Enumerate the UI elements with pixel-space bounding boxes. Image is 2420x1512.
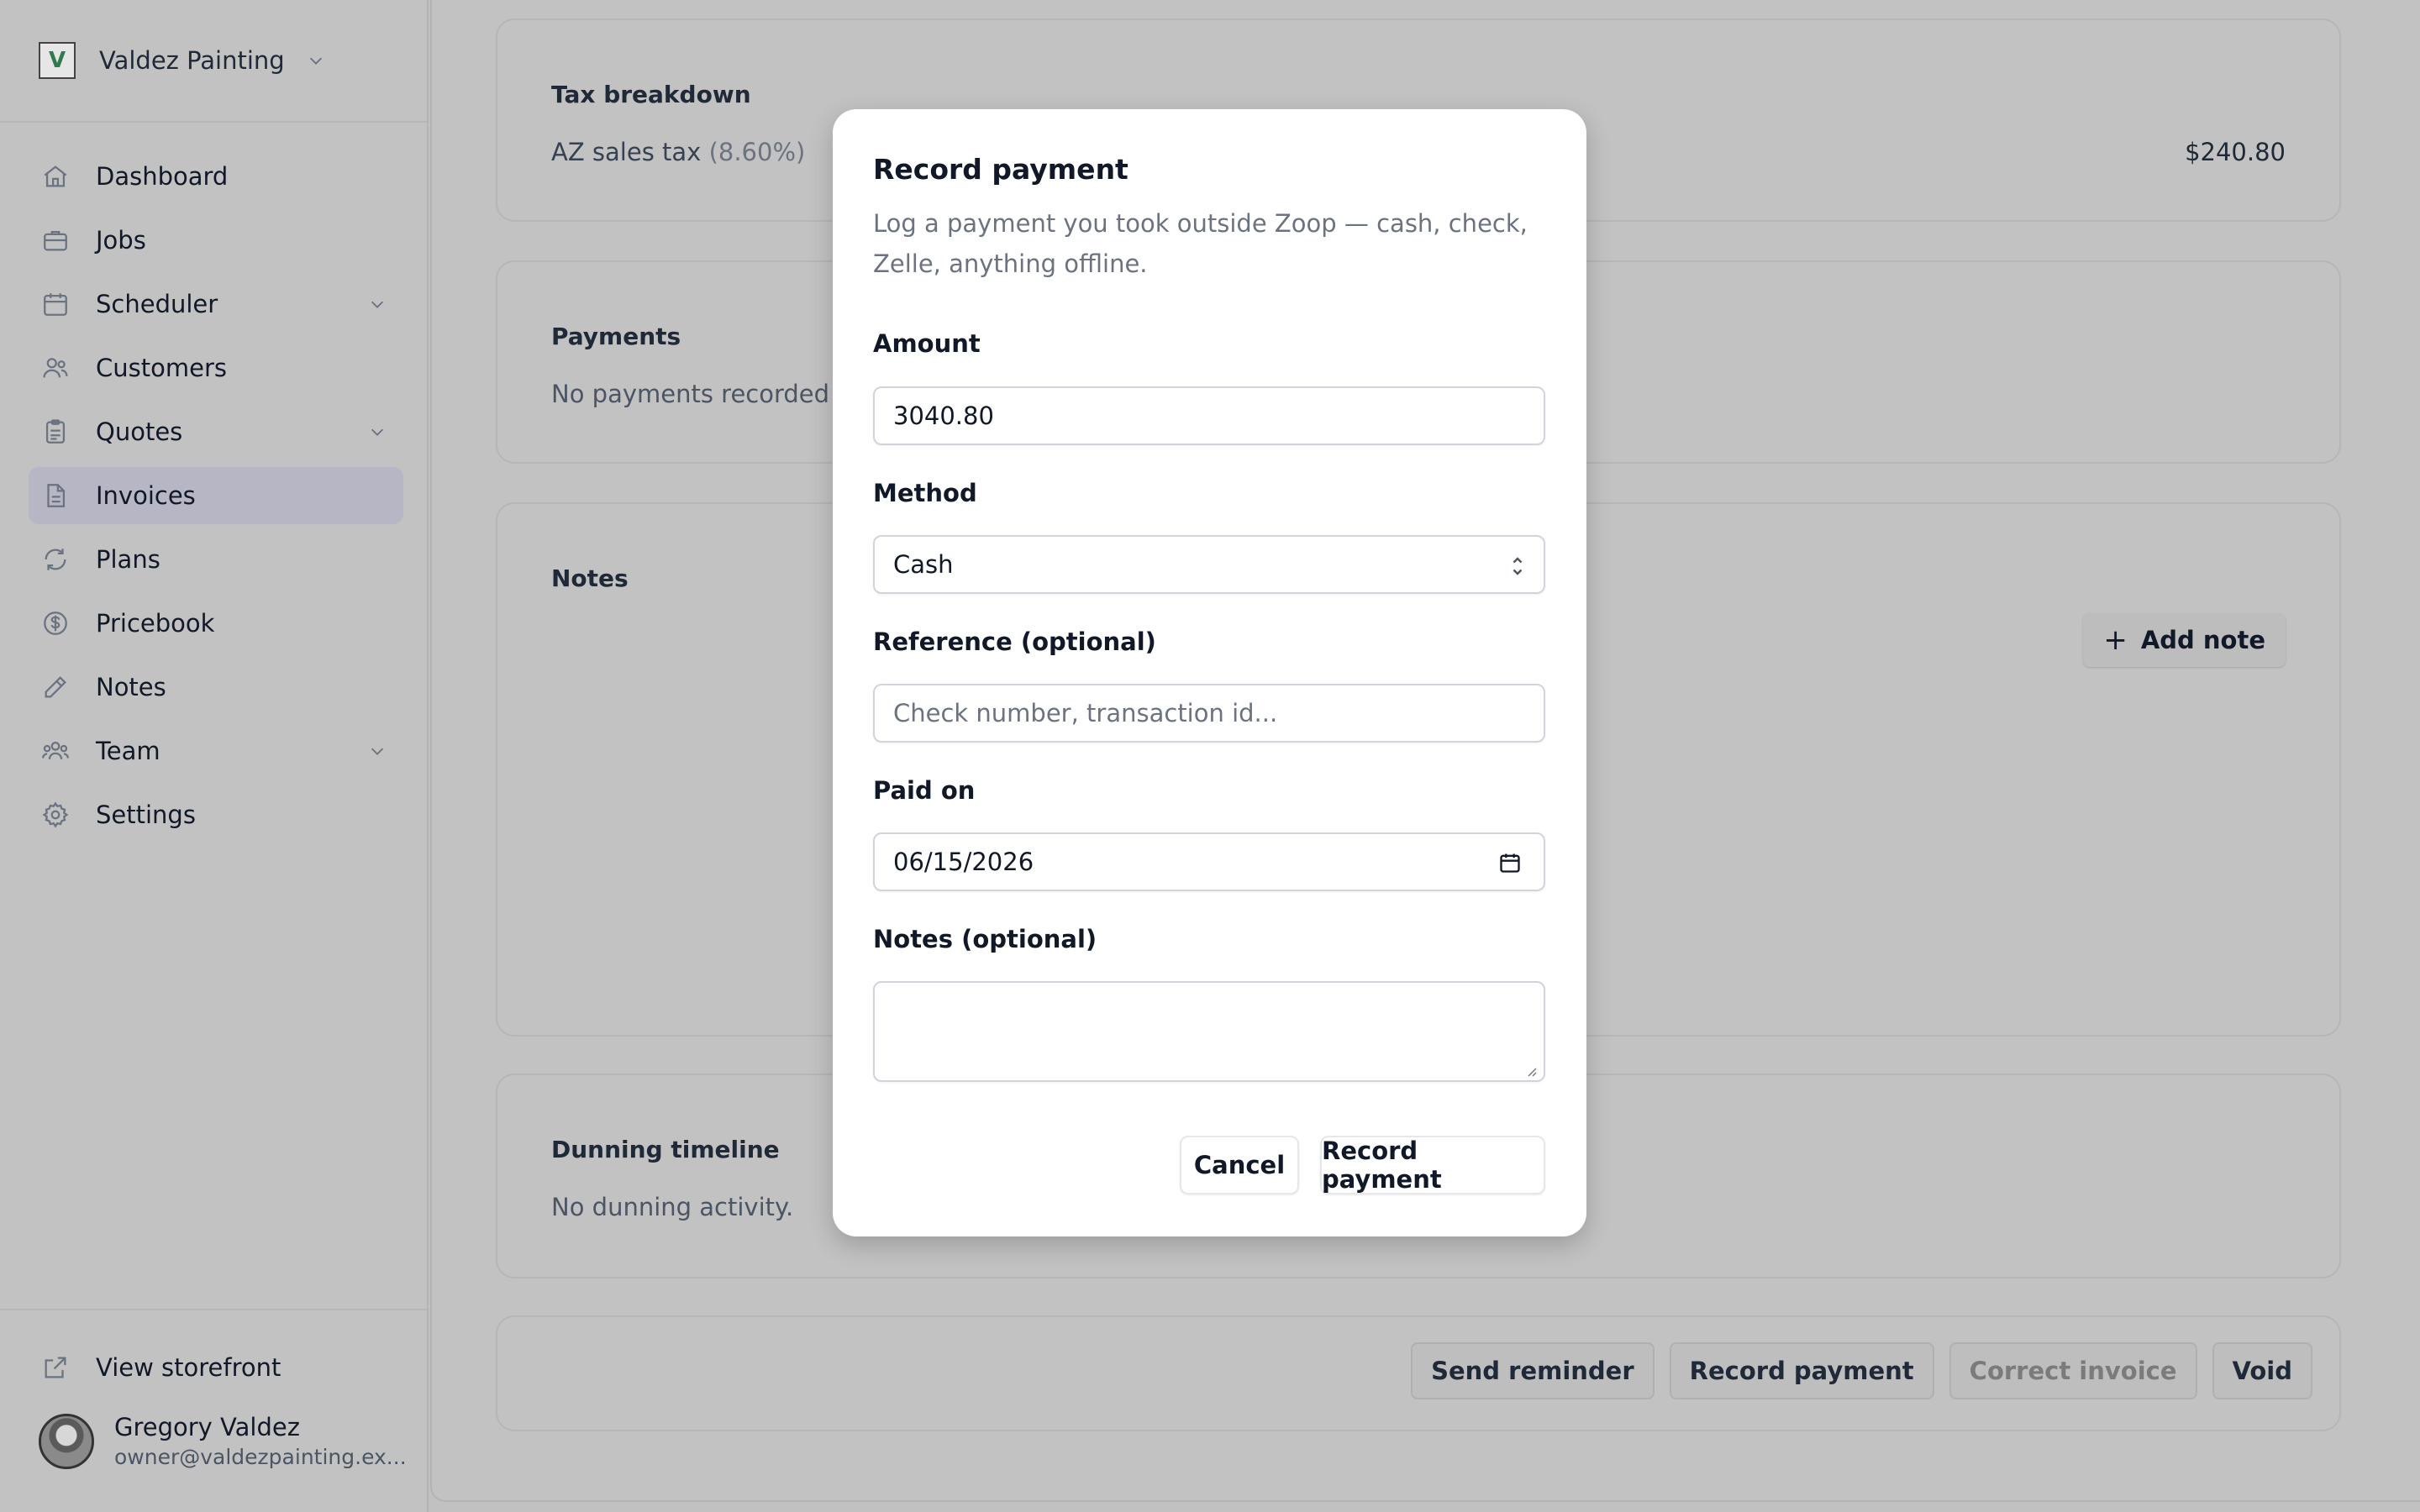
tax-label: AZ sales tax [551,138,702,166]
chevron-down-icon[interactable] [368,295,387,313]
record-payment-button[interactable]: Record payment [1669,1342,1934,1399]
notes-title: Notes [551,564,629,592]
sidebar-item-scheduler[interactable]: Scheduler [29,276,403,333]
sidebar: V Valdez Painting Dashboard Jobs Schedul… [0,0,429,1512]
amount-input[interactable] [873,386,1545,445]
sidebar-item-label: Jobs [96,226,146,255]
submit-record-payment-button[interactable]: Record payment [1320,1136,1545,1194]
sidebar-item-label: Plans [96,545,160,574]
sidebar-item-label: Scheduler [96,290,218,318]
resize-handle-icon[interactable] [1523,1063,1537,1077]
sidebar-item-label: Pricebook [96,609,215,638]
document-icon [40,480,71,511]
method-selected-value: Cash [893,550,954,579]
chevron-updown-icon [1512,557,1523,575]
sidebar-item-label: Quotes [96,417,183,446]
calendar-icon [40,289,71,319]
user-email: owner@valdezpainting.ex... [114,1445,407,1469]
record-payment-dialog: Record payment Log a payment you took ou… [833,109,1586,1236]
dunning-empty-text: No dunning activity. [551,1193,794,1221]
sidebar-item-customers[interactable]: Customers [29,339,403,396]
user-menu[interactable]: Gregory Valdez owner@valdezpainting.ex..… [39,1413,407,1469]
sidebar-divider [0,1309,427,1310]
workspace-switcher[interactable]: V Valdez Painting [39,40,325,81]
tax-breakdown-title: Tax breakdown [551,81,751,108]
sidebar-item-team[interactable]: Team [29,722,403,780]
sidebar-item-dashboard[interactable]: Dashboard [29,148,403,205]
sidebar-nav: Dashboard Jobs Scheduler Customers Quote… [29,148,403,850]
dollar-icon [40,608,71,638]
notes-textarea[interactable] [873,981,1545,1082]
reference-label: Reference (optional) [873,627,1156,656]
chevron-down-icon [309,57,322,65]
add-note-label: Add note [2140,626,2265,654]
refresh-icon [40,544,71,575]
invoice-actions-bar: Send reminder Record payment Correct inv… [496,1315,2341,1431]
method-select[interactable]: Cash [873,535,1545,594]
clipboard-icon [40,417,71,447]
sidebar-item-pricebook[interactable]: Pricebook [29,595,403,652]
notes-label: Notes (optional) [873,925,1097,953]
method-label: Method [873,479,977,507]
calendar-icon[interactable] [1498,851,1522,874]
paid-on-label: Paid on [873,776,976,805]
sidebar-item-invoices[interactable]: Invoices [29,467,403,524]
payments-title: Payments [551,323,681,350]
plus-icon: + [2103,623,2128,657]
tax-line: AZ sales tax (8.60%) [551,138,805,166]
tax-rate: (8.60%) [708,138,806,166]
paid-on-value: 06/15/2026 [893,848,1034,876]
avatar [39,1413,94,1469]
sidebar-item-quotes[interactable]: Quotes [29,403,403,460]
gear-icon [40,800,71,830]
sidebar-item-label: Dashboard [96,162,229,191]
sidebar-item-plans[interactable]: Plans [29,531,403,588]
chevron-down-icon[interactable] [368,423,387,441]
send-reminder-button[interactable]: Send reminder [1411,1342,1655,1399]
reference-input[interactable] [873,684,1545,743]
sidebar-item-label: Customers [96,354,227,382]
sidebar-item-notes[interactable]: Notes [29,659,403,716]
sidebar-divider [0,121,427,123]
dialog-description: Log a payment you took outside Zoop — ca… [873,209,1528,278]
cancel-button[interactable]: Cancel [1180,1136,1299,1194]
sidebar-item-label: Settings [96,801,196,829]
dunning-title: Dunning timeline [551,1136,780,1163]
paid-on-date-input[interactable]: 06/15/2026 [873,832,1545,891]
users-icon [40,353,71,383]
briefcase-icon [40,225,71,255]
sidebar-item-settings[interactable]: Settings [29,786,403,843]
payments-empty-text: No payments recorded ye [551,380,867,408]
correct-invoice-button[interactable]: Correct invoice [1949,1342,2197,1399]
pencil-icon [40,672,71,702]
sidebar-item-jobs[interactable]: Jobs [29,212,403,269]
notes-field-wrap [833,981,1586,1082]
dialog-title: Record payment [873,153,1128,186]
sidebar-item-label: Team [96,737,160,765]
team-icon [40,736,71,766]
brand-name: Valdez Painting [99,46,285,75]
home-icon [40,161,71,192]
brand-logo: V [39,42,76,79]
void-button[interactable]: Void [2212,1342,2312,1399]
user-name: Gregory Valdez [114,1413,300,1441]
view-storefront-label: View storefront [96,1353,281,1382]
add-note-button[interactable]: + Add note [2083,613,2286,667]
chevron-down-icon[interactable] [368,742,387,760]
sidebar-item-label: Notes [96,673,166,701]
view-storefront-link[interactable]: View storefront [40,1347,281,1388]
sidebar-item-label: Invoices [96,481,196,510]
external-link-icon [40,1352,71,1383]
tax-amount: $240.80 [2185,138,2286,166]
amount-label: Amount [873,329,981,358]
